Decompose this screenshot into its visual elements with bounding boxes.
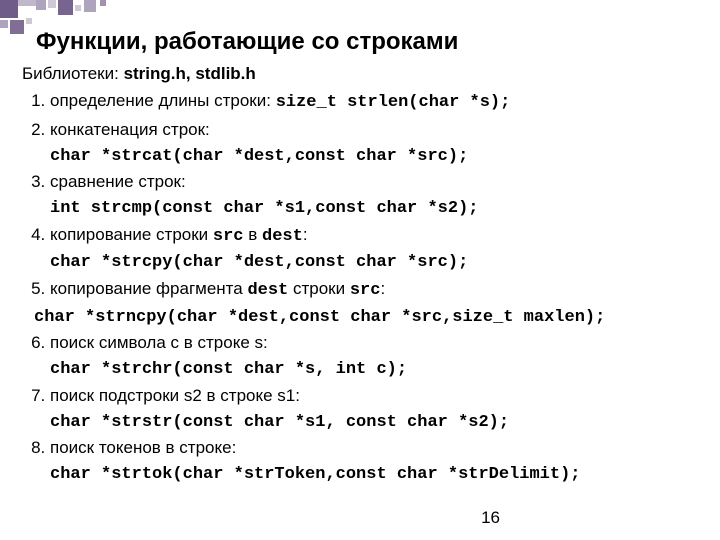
libraries-line: Библиотеки: string.h, stdlib.h bbox=[22, 64, 702, 84]
code-line: char *strcat(char *dest,const char *src)… bbox=[50, 144, 702, 170]
list-item: сравнение строк: bbox=[50, 169, 702, 196]
code-line: int strcmp(const char *s1,const char *s2… bbox=[50, 196, 702, 222]
list-item: поиск символа с в строке s: bbox=[50, 330, 702, 357]
code-line: char *strcpy(char *dest,const char *src)… bbox=[50, 250, 702, 276]
function-list: поиск токенов в строке: bbox=[22, 435, 702, 462]
function-list: копирование строки src в dest: bbox=[22, 222, 702, 251]
code-line: char *strchr(const char *s, int c); bbox=[50, 357, 702, 383]
function-list: определение длины строки: size_t strlen(… bbox=[22, 88, 702, 144]
list-item: конкатенация строк: bbox=[50, 117, 702, 144]
function-list: поиск подстроки s2 в строке s1: bbox=[22, 383, 702, 410]
function-list: копирование фрагмента dest строки src: bbox=[22, 276, 702, 305]
code-line: char *strtok(char *strToken,const char *… bbox=[50, 462, 702, 488]
list-item: определение длины строки: size_t strlen(… bbox=[50, 88, 702, 117]
list-item: копирование фрагмента dest строки src: bbox=[50, 276, 702, 305]
list-item: поиск токенов в строке: bbox=[50, 435, 702, 462]
code-line: char *strncpy(char *dest,const char *src… bbox=[34, 305, 702, 331]
function-list: сравнение строк: bbox=[22, 169, 702, 196]
libraries-names: string.h, stdlib.h bbox=[124, 64, 256, 83]
code-line: char *strstr(const char *s1, const char … bbox=[50, 410, 702, 436]
list-item: копирование строки src в dest: bbox=[50, 222, 702, 251]
slide-title: Функции, работающие со строками bbox=[36, 28, 702, 56]
list-item: поиск подстроки s2 в строке s1: bbox=[50, 383, 702, 410]
libraries-prefix: Библиотеки: bbox=[22, 64, 124, 83]
function-list: поиск символа с в строке s: bbox=[22, 330, 702, 357]
page-number: 16 bbox=[481, 508, 500, 528]
